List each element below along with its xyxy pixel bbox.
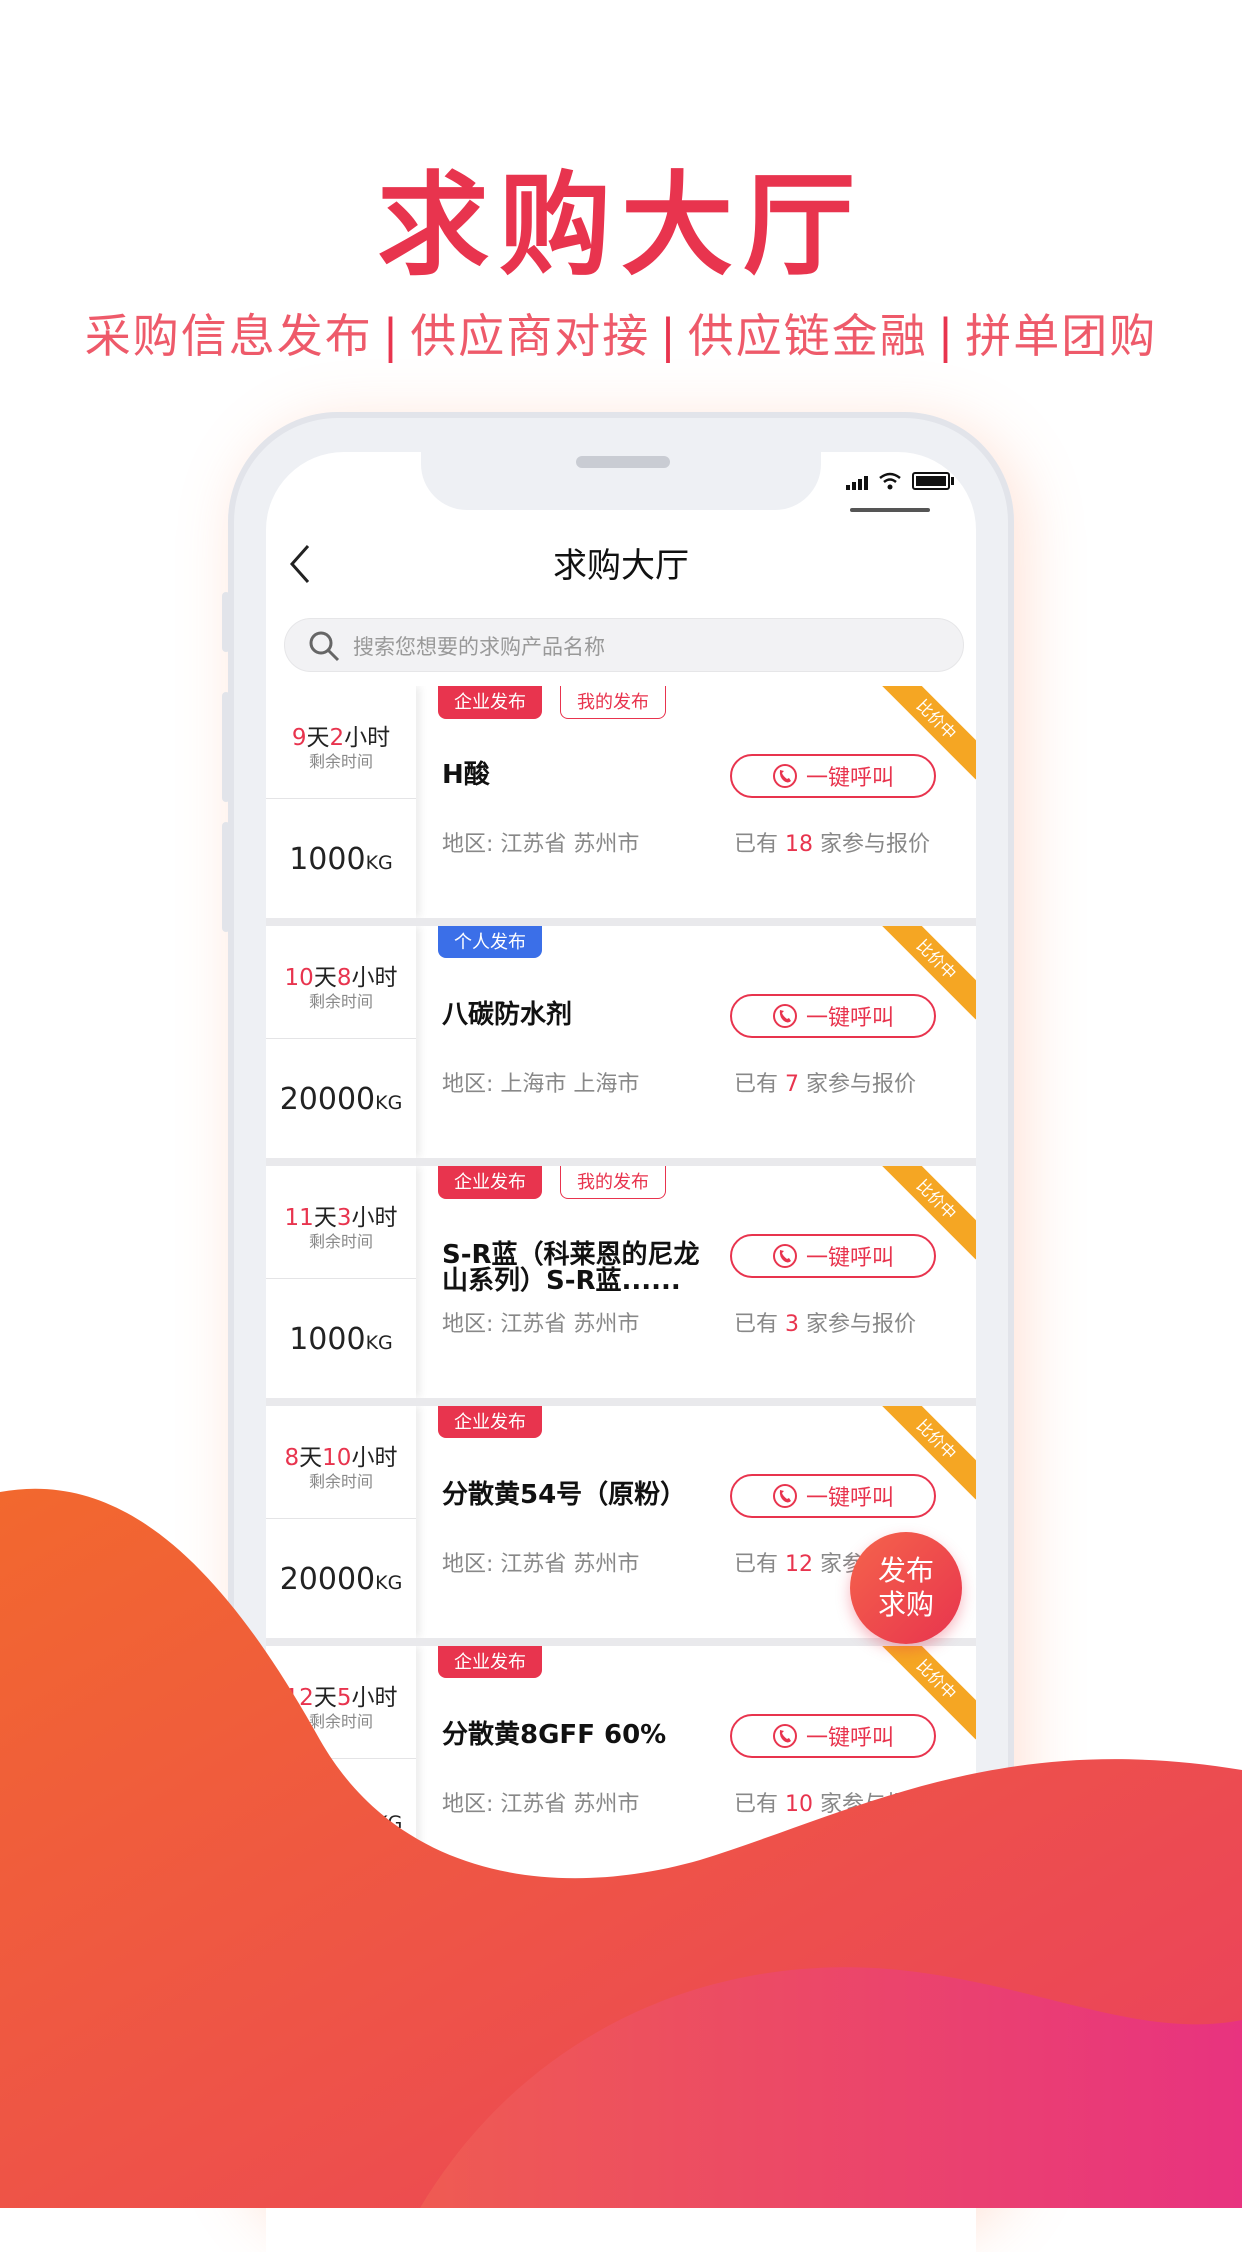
publisher-tag: 企业发布 [438, 686, 542, 719]
fab-label-line2: 求购 [877, 1588, 934, 1621]
divider [266, 1038, 416, 1039]
quote-count: 已有 7 家参与报价 [734, 1072, 916, 1097]
call-button[interactable]: 一键呼叫 [730, 1234, 936, 1278]
phone-speaker [576, 456, 670, 468]
navbar: 求购大厅 [266, 524, 976, 604]
remaining-time: 11天3小时 [284, 1205, 398, 1231]
quote-count: 已有 3 家参与报价 [734, 1312, 916, 1337]
hero-feature: 采购信息发布 [84, 309, 373, 363]
card-tags: 企业发布 我的发布 [438, 1166, 666, 1199]
publisher-tag: 企业发布 [438, 1406, 542, 1438]
remaining-time-label: 剩余时间 [308, 992, 373, 1011]
publish-request-fab[interactable]: 发布 求购 [850, 1532, 962, 1644]
call-label: 一键呼叫 [805, 1246, 894, 1271]
page-title: 求购大厅 [553, 546, 689, 586]
remaining-time: 10天8小时 [284, 965, 398, 991]
call-button[interactable]: 一键呼叫 [730, 994, 936, 1038]
call-button[interactable]: 一键呼叫 [730, 754, 936, 798]
card-left-panel: 11天3小时 剩余时间 1000KG [266, 1166, 416, 1398]
wifi-icon [879, 472, 901, 490]
region: 地区: 江苏省 苏州市 [442, 832, 640, 857]
search-placeholder: 搜索您想要的求购产品名称 [353, 635, 605, 659]
phone-notch [421, 452, 821, 510]
hero-feature: 供应商对接 [410, 309, 651, 363]
divider [266, 1278, 416, 1279]
phone-icon [772, 1004, 797, 1028]
hero-feature: 拼单团购 [965, 309, 1158, 363]
remaining-time-label: 剩余时间 [308, 1232, 373, 1251]
hero-feature: 供应链金融 [687, 309, 928, 363]
publisher-tag: 个人发布 [438, 926, 542, 958]
divider [266, 798, 416, 799]
product-name: H酸 [442, 760, 490, 790]
remaining-time-label: 剩余时间 [308, 752, 373, 771]
phone-side-button [222, 822, 230, 932]
battery-icon [912, 472, 954, 490]
quantity: 1000KG [289, 842, 393, 877]
fab-label-line1: 发布 [877, 1554, 934, 1587]
request-card[interactable]: 9天2小时 剩余时间 1000KG 企业发布 我的发布 H酸 地区: 江苏省 苏州… [266, 686, 976, 926]
hero-separator: | [937, 309, 956, 363]
region: 地区: 江苏省 苏州市 [442, 1312, 640, 1337]
card-tags: 个人发布 [438, 926, 542, 958]
quantity: 1000KG [289, 1322, 393, 1357]
card-tags: 企业发布 [438, 1406, 542, 1438]
hero-separator: | [382, 309, 401, 363]
phone-icon [772, 764, 797, 788]
card-left-panel: 9天2小时 剩余时间 1000KG [266, 686, 416, 918]
hero-feature-list: 采购信息发布 | 供应商对接 | 供应链金融 | 拼单团购 [0, 300, 1242, 366]
hero-title: 求购大厅 [377, 161, 865, 291]
search-icon [309, 631, 340, 662]
hero-separator: | [660, 309, 678, 363]
card-tags: 企业发布 我的发布 [438, 686, 666, 719]
decorative-wave-background [0, 1488, 1242, 2208]
search-input[interactable]: 搜索您想要的求购产品名称 [284, 618, 964, 672]
phone-icon [772, 1244, 797, 1268]
call-label: 一键呼叫 [805, 766, 894, 791]
quantity: 20000KG [279, 1082, 403, 1117]
phone-side-button [222, 692, 230, 802]
signal-icon [846, 476, 868, 490]
product-name: S-R蓝（科莱恩的尼龙山系列）S-R蓝...... [442, 1240, 700, 1296]
home-indicator [850, 508, 930, 512]
product-name: 八碳防水剂 [442, 1000, 573, 1030]
remaining-time: 9天2小时 [291, 725, 391, 751]
publisher-tag: 我的发布 [560, 686, 666, 719]
region: 地区: 上海市 上海市 [442, 1072, 640, 1097]
publisher-tag: 我的发布 [560, 1166, 666, 1199]
request-card[interactable]: 10天8小时 剩余时间 20000KG 个人发布 八碳防水剂 地区: 上海市 上… [266, 926, 976, 1166]
remaining-time: 8天10小时 [284, 1445, 398, 1471]
call-label: 一键呼叫 [805, 1006, 894, 1031]
publisher-tag: 企业发布 [438, 1166, 542, 1199]
request-card[interactable]: 11天3小时 剩余时间 1000KG 企业发布 我的发布 S-R蓝（科莱恩的尼龙山… [266, 1166, 976, 1406]
status-bar [846, 472, 954, 490]
card-left-panel: 10天8小时 剩余时间 20000KG [266, 926, 416, 1158]
phone-side-button [222, 592, 230, 652]
quote-count: 已有 18 家参与报价 [734, 832, 930, 857]
